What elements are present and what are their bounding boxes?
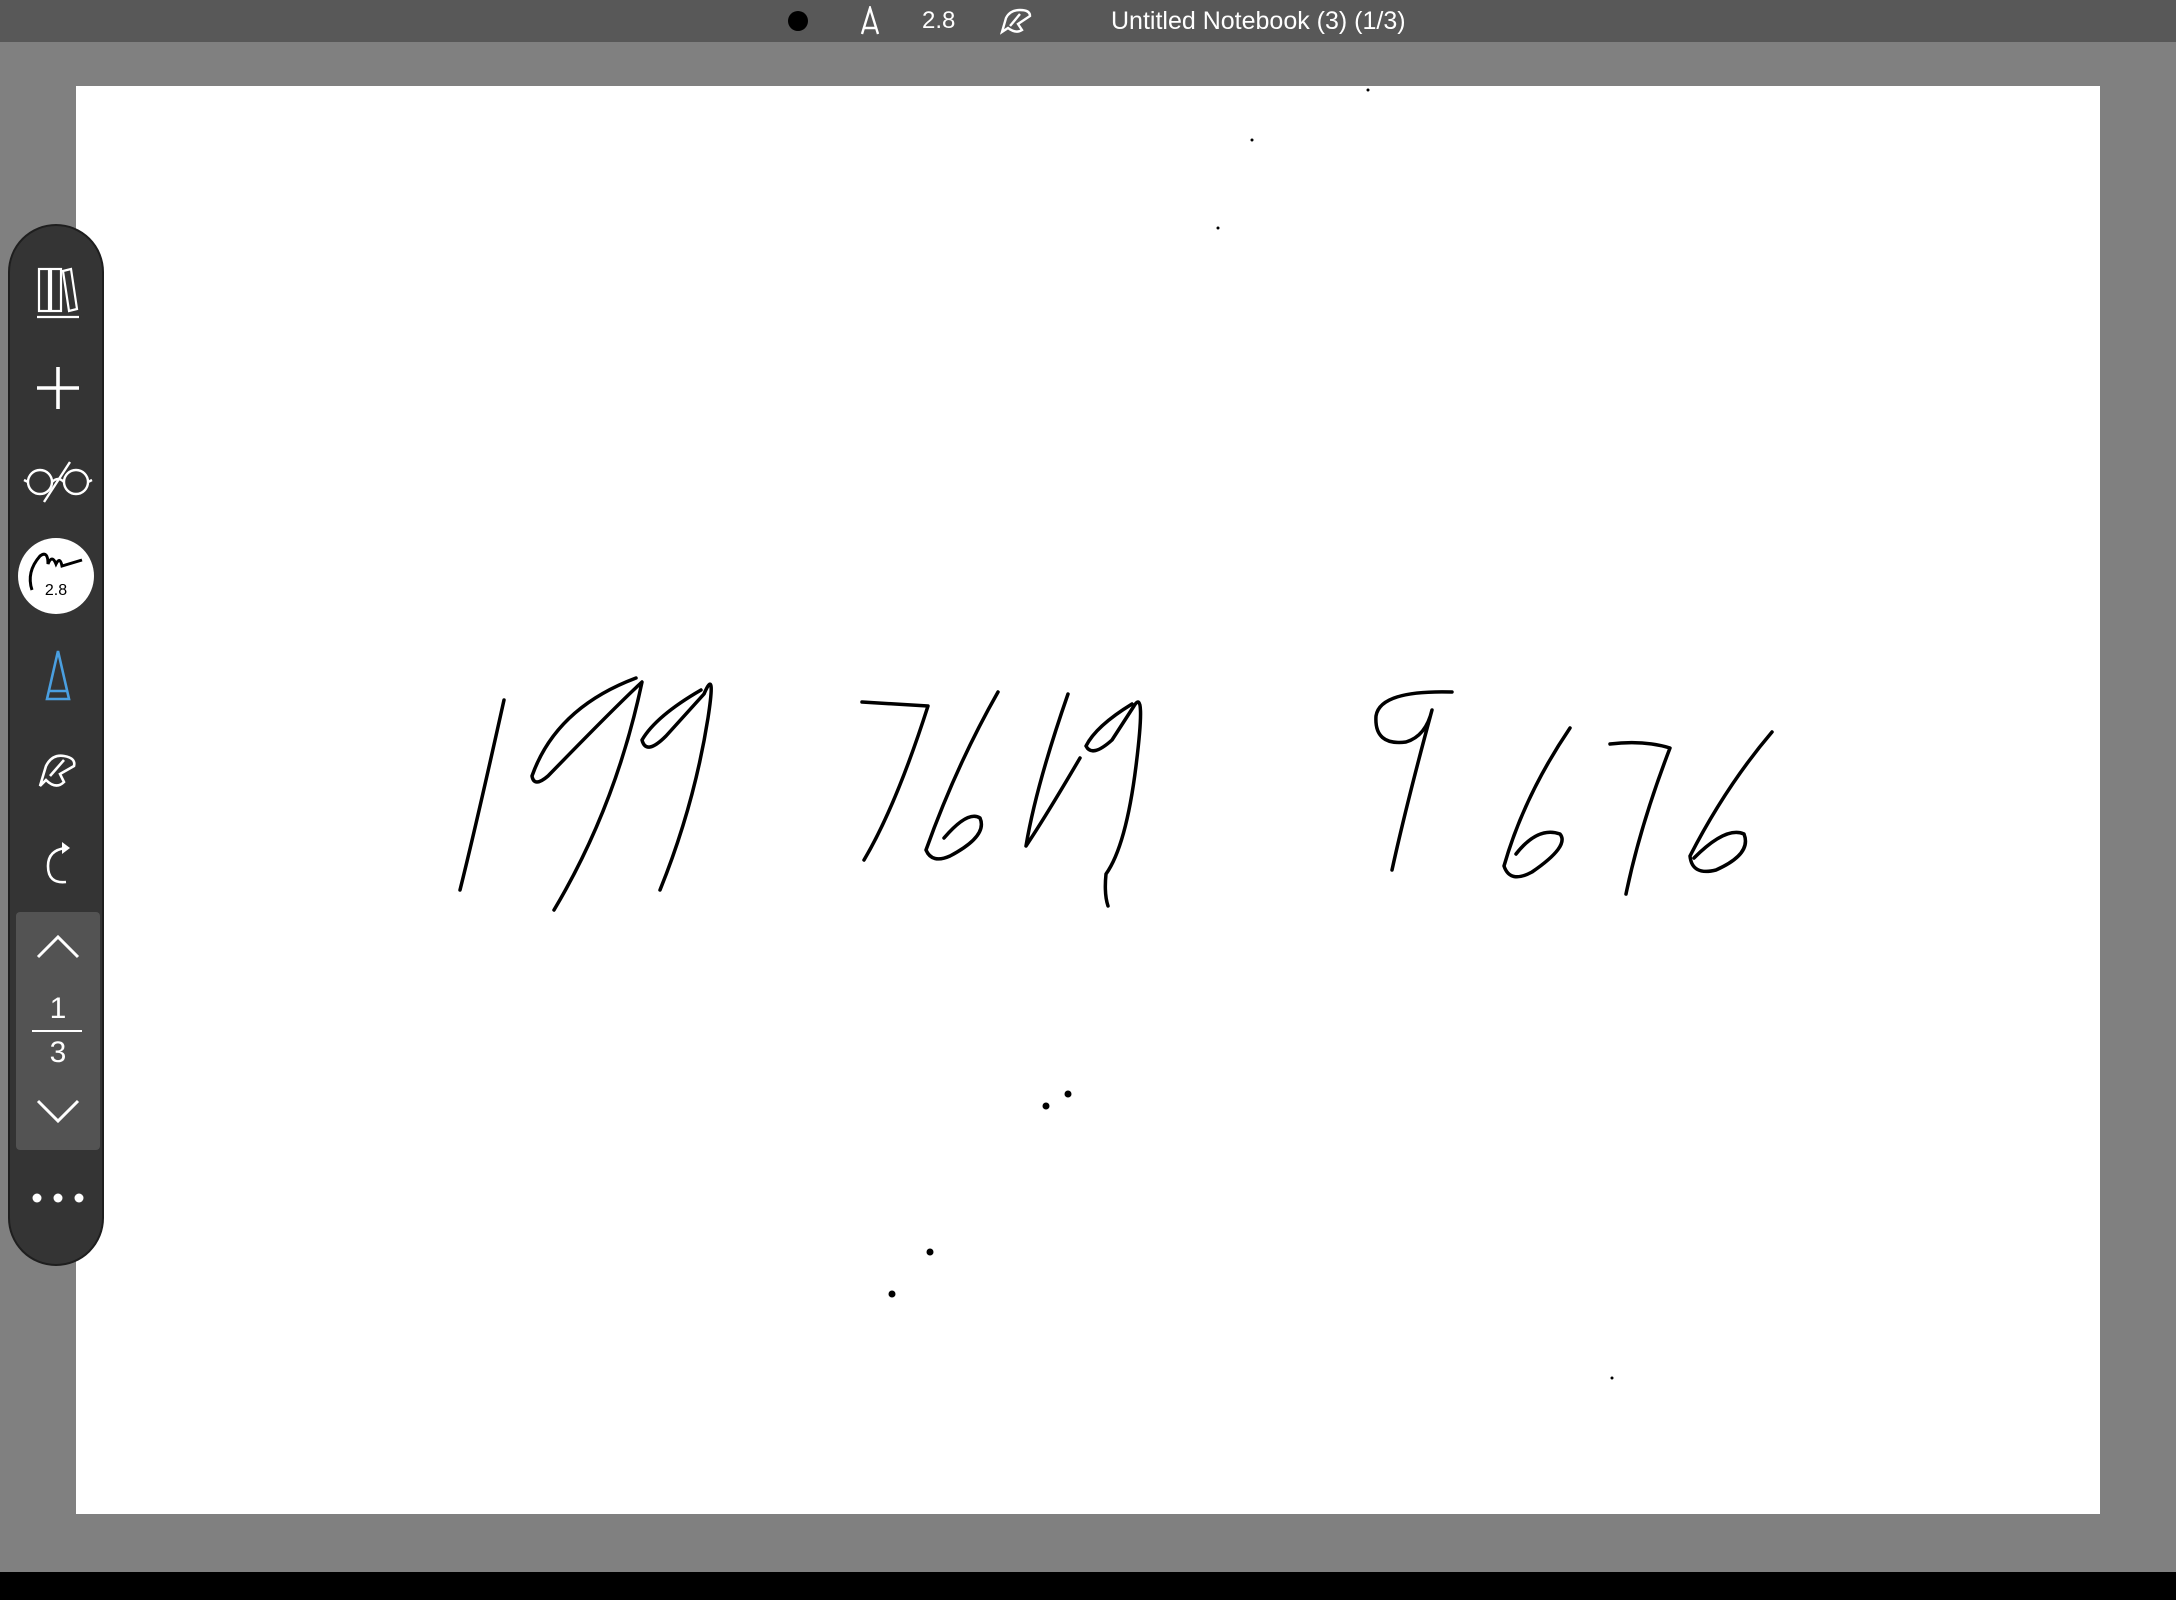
stroke-digit-6 [1502, 726, 1572, 879]
stroke-digit-9 [640, 682, 713, 892]
page-divider [32, 1030, 82, 1032]
glasses-icon [23, 461, 93, 503]
plus-icon [37, 367, 79, 409]
stroke-digit-6 [1688, 730, 1774, 874]
read-mode-button[interactable] [10, 440, 106, 524]
page-navigator: 1 3 [16, 912, 100, 1150]
pen-tip-icon [860, 6, 880, 35]
stroke-digit-9 [1374, 690, 1454, 872]
chevron-up-icon [36, 934, 80, 959]
pen-tip-button[interactable] [858, 0, 882, 42]
notebook-title[interactable]: Untitled Notebook (3) (1/3) [1111, 0, 1406, 42]
notebook-page[interactable] [76, 86, 2100, 1514]
pen-style-button[interactable]: 2.8 [18, 538, 94, 614]
total-pages-number: 3 [49, 1036, 67, 1069]
add-page-button[interactable] [10, 346, 106, 430]
more-options-button[interactable] [10, 1156, 106, 1240]
redo-icon [46, 842, 70, 884]
top-bar: 2.8 Untitled Notebook (3) (1/3) [0, 0, 2176, 42]
tools-sidebar: 2.8 1 3 [8, 224, 104, 1266]
next-page-button[interactable] [10, 1076, 106, 1146]
more-icon [32, 1193, 84, 1203]
stroke-digit-1 [1024, 692, 1082, 848]
current-page-number: 1 [49, 992, 67, 1025]
handwriting-strokes [458, 88, 1774, 1380]
library-button[interactable] [10, 250, 106, 334]
library-icon [37, 267, 79, 319]
stroke-digit-1 [458, 698, 506, 892]
pen-size-label[interactable]: 2.8 [922, 0, 955, 42]
previous-page-button[interactable] [10, 912, 106, 982]
eraser-button[interactable] [10, 728, 106, 812]
redo-button[interactable] [10, 822, 106, 906]
bottom-edge-bar [0, 1572, 2176, 1600]
hand-mode-button[interactable] [998, 0, 1034, 42]
hand-pen-icon [999, 8, 1032, 35]
stroke-digit-7 [860, 700, 930, 862]
eraser-hand-icon [38, 754, 76, 787]
pen-tool-button[interactable] [10, 634, 106, 718]
pen-size-badge: 2.8 [44, 582, 68, 599]
chevron-down-icon [36, 1099, 80, 1124]
ink-dots [888, 88, 1614, 1380]
stroke-digit-9 [530, 676, 644, 912]
pen-color-button[interactable] [788, 0, 808, 42]
stroke-digit-6 [924, 690, 1000, 861]
pen-tip-icon [45, 650, 71, 701]
stroke-digit-9 [1084, 700, 1143, 908]
stroke-digit-7 [1608, 740, 1672, 896]
pen-color-dot-icon [788, 11, 808, 31]
